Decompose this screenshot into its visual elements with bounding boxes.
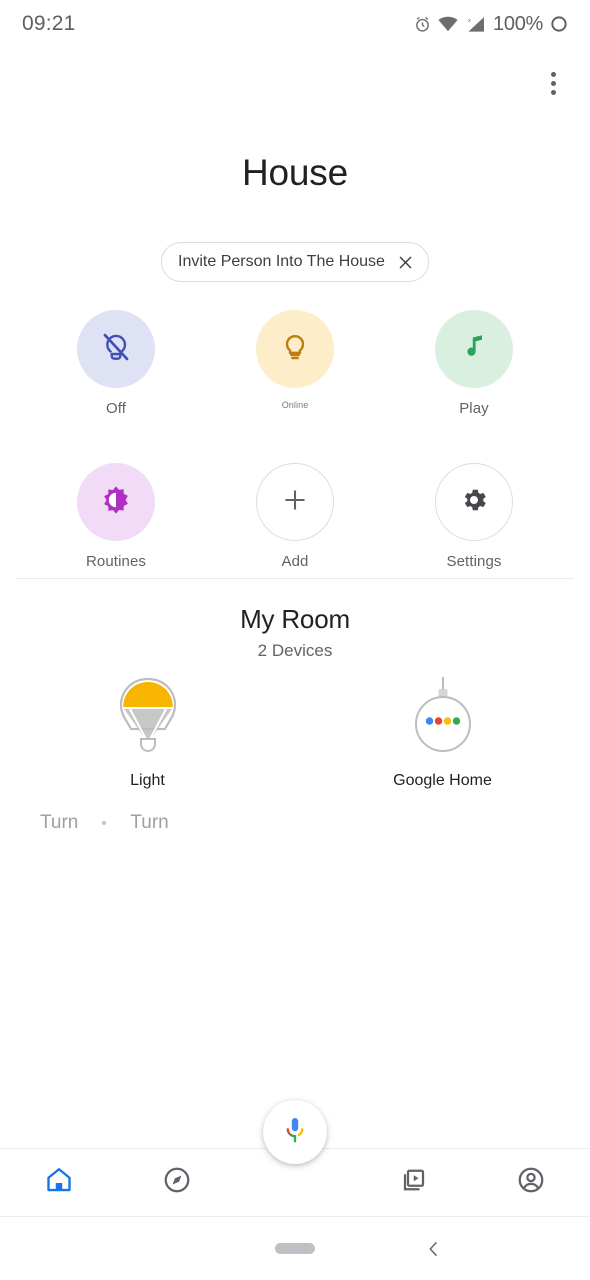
brightness-icon: [100, 484, 132, 521]
wifi-icon: [438, 16, 458, 32]
device-label-light: Light: [130, 772, 165, 789]
quick-action-off-circle[interactable]: [77, 310, 155, 388]
close-icon[interactable]: [396, 253, 414, 271]
battery-icon: [550, 15, 568, 33]
alarm-icon: [414, 16, 431, 33]
overflow-menu-button[interactable]: [534, 64, 572, 102]
room-device-count: 2 Devices: [257, 641, 333, 660]
dot-icon: [550, 71, 556, 77]
account-circle-icon: [516, 1165, 546, 1200]
status-icons: x 100%: [414, 13, 568, 36]
nav-item-media[interactable]: [354, 1149, 472, 1216]
device-action-hints: Turn Turn: [40, 812, 280, 834]
device-action-hint-left: Turn: [40, 812, 79, 833]
quick-action-settings-label: Settings: [446, 553, 502, 570]
quick-action-add[interactable]: Add: [224, 463, 367, 570]
page-title: House: [242, 152, 348, 193]
quick-action-off[interactable]: Off: [45, 310, 188, 417]
music-note-icon: [459, 332, 489, 367]
plus-icon: [281, 486, 309, 519]
device-card-light[interactable]: Light: [0, 672, 295, 790]
quick-action-online-label: Online: [281, 400, 309, 410]
room-name: My Room: [240, 604, 350, 634]
quick-action-settings-circle[interactable]: [435, 463, 513, 541]
quick-action-off-label: Off: [105, 400, 127, 417]
quick-action-play-label: Play: [459, 400, 489, 417]
quick-action-routines-label: Routines: [85, 553, 146, 570]
quick-action-routines-circle[interactable]: [77, 463, 155, 541]
google-home-speaker-icon: [408, 672, 478, 758]
quick-actions-row-2: Routines Add Settings: [0, 463, 590, 570]
google-mic-icon: [280, 1115, 310, 1150]
nav-item-account[interactable]: [472, 1149, 590, 1216]
device-label-google-home: Google Home: [393, 772, 492, 789]
lightbulb-icon: [279, 331, 311, 368]
status-time: 09:21: [22, 12, 76, 35]
light-bulb-device-icon: [111, 672, 185, 758]
home-icon: [44, 1165, 74, 1200]
media-library-icon: [398, 1165, 428, 1200]
nav-item-explore[interactable]: [118, 1149, 236, 1216]
quick-actions-grid: Off Online Play Routines Add Settings: [0, 310, 590, 570]
gear-icon: [459, 485, 489, 520]
nav-item-home[interactable]: [0, 1149, 118, 1216]
room-header: My Room 2 Devices: [0, 604, 590, 661]
device-list: Light Google Home: [0, 672, 590, 790]
device-card-google-home[interactable]: Google Home: [295, 672, 590, 790]
quick-action-online[interactable]: Online: [224, 310, 367, 417]
quick-action-online-circle[interactable]: [256, 310, 334, 388]
section-divider: [16, 578, 574, 579]
cellular-signal-icon: x: [465, 16, 486, 33]
quick-action-settings[interactable]: Settings: [403, 463, 546, 570]
system-navigation-bar: [0, 1216, 590, 1280]
home-pill[interactable]: [275, 1243, 315, 1254]
quick-action-add-circle[interactable]: [256, 463, 334, 541]
battery-percent-label: 100%: [493, 12, 543, 35]
invite-person-chip[interactable]: Invite Person Into The House: [161, 242, 429, 282]
dot-icon: [550, 80, 556, 86]
lightbulb-off-icon: [99, 330, 133, 369]
quick-action-play[interactable]: Play: [403, 310, 546, 417]
separator-dot-icon: [102, 821, 107, 825]
quick-action-routines[interactable]: Routines: [45, 463, 188, 570]
status-bar: 09:21 x 100%: [0, 0, 590, 48]
quick-action-play-circle[interactable]: [435, 310, 513, 388]
compass-icon: [162, 1165, 192, 1200]
assistant-mic-button[interactable]: [263, 1100, 327, 1164]
quick-action-add-label: Add: [281, 553, 309, 570]
device-action-hint-right: Turn: [130, 812, 169, 833]
quick-actions-row-1: Off Online Play: [0, 310, 590, 417]
invite-chip-label: Invite Person Into The House: [178, 253, 385, 270]
dot-icon: [550, 89, 556, 95]
svg-text:x: x: [468, 18, 471, 24]
back-chevron-icon[interactable]: [418, 1233, 450, 1265]
